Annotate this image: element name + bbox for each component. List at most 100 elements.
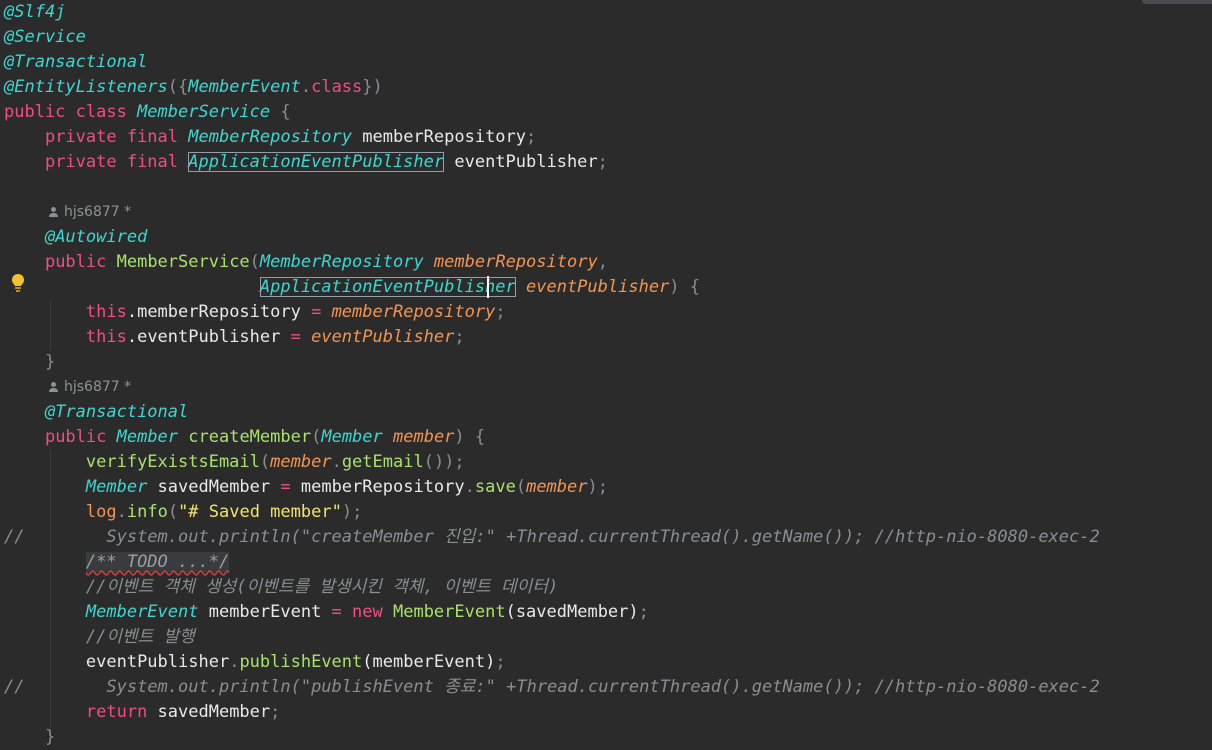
punct: ; bbox=[454, 327, 465, 347]
code-line-4[interactable]: @EntityListeners({MemberEvent.class}) bbox=[4, 75, 383, 100]
code-line-21[interactable]: // System.out.println("createMember 진입:"… bbox=[4, 525, 1100, 550]
code-line-13[interactable]: this.eventPublisher = eventPublisher; bbox=[4, 325, 465, 350]
class-name: MemberService bbox=[137, 102, 271, 122]
scrollbar-corner bbox=[1142, 0, 1212, 4]
punct: } bbox=[44, 352, 56, 372]
method-call: save bbox=[474, 477, 516, 497]
code-line-20[interactable]: log.info("# Saved member"); bbox=[4, 500, 362, 525]
keyword-class: class bbox=[311, 77, 363, 97]
punct: . bbox=[331, 452, 342, 472]
code-line-6[interactable]: private final MemberRepository memberRep… bbox=[4, 125, 536, 150]
punct: } bbox=[44, 727, 56, 747]
operator: = bbox=[280, 477, 301, 497]
punct: ; bbox=[270, 702, 281, 722]
punct: ( bbox=[311, 427, 322, 447]
keyword-return: return bbox=[85, 702, 158, 722]
operator: = bbox=[311, 302, 332, 322]
annotation-service: @Service bbox=[4, 27, 86, 47]
code-line-27[interactable]: // System.out.println("publishEvent 종료:"… bbox=[4, 675, 1100, 700]
comment: //이벤트 발행 bbox=[85, 627, 195, 647]
punct: ; bbox=[526, 127, 537, 147]
constructor-call: MemberEvent bbox=[392, 602, 506, 622]
type-member-event: MemberEvent bbox=[188, 77, 301, 97]
punct: ; bbox=[495, 652, 506, 672]
code-line-7[interactable]: private final ApplicationEventPublisher … bbox=[4, 150, 608, 175]
folded-todo-comment[interactable]: /** TODO ...*/ bbox=[85, 552, 230, 572]
keyword-private-final: private final bbox=[44, 152, 189, 172]
keyword-public: public bbox=[44, 427, 117, 447]
logger-ref: log bbox=[85, 502, 117, 522]
local-type: Member bbox=[85, 477, 148, 497]
punct: }) bbox=[362, 77, 383, 97]
punct: ); bbox=[587, 477, 608, 497]
code-line-25[interactable]: //이벤트 발행 bbox=[4, 625, 195, 650]
lightbulb-icon[interactable] bbox=[11, 273, 25, 293]
field-ref: .memberRepository bbox=[126, 302, 312, 322]
code-line-1[interactable]: @Slf4j bbox=[4, 0, 65, 25]
param-ref: member bbox=[270, 452, 332, 472]
user-icon bbox=[48, 382, 58, 392]
code-line-12[interactable]: this.memberRepository = memberRepository… bbox=[4, 300, 506, 325]
code-line-24[interactable]: MemberEvent memberEvent = new MemberEven… bbox=[4, 600, 649, 625]
param-ref: member bbox=[526, 477, 588, 497]
field-ref: .eventPublisher bbox=[126, 327, 291, 347]
blame-hint-2[interactable]: hjs6877 * bbox=[48, 376, 131, 398]
method-name: createMember bbox=[178, 427, 312, 447]
comment-marker: // bbox=[4, 527, 25, 547]
code-line-5[interactable]: public class MemberService { bbox=[4, 100, 291, 125]
local-var: memberEvent bbox=[198, 602, 332, 622]
punct: { bbox=[270, 102, 291, 122]
user-icon bbox=[48, 207, 58, 217]
comment: //이벤트 객체 생성(이벤트를 발생시킨 객체, 이벤트 데이터) bbox=[85, 577, 559, 597]
code-line-2[interactable]: @Service bbox=[4, 25, 86, 50]
punct: . bbox=[464, 477, 475, 497]
code-line-14[interactable]: } bbox=[4, 350, 55, 375]
code-line-18[interactable]: verifyExistsEmail(member.getEmail()); bbox=[4, 450, 465, 475]
code-line-9[interactable]: @Autowired bbox=[4, 225, 147, 250]
code-line-23[interactable]: //이벤트 객체 생성(이벤트를 발생시킨 객체, 이벤트 데이터) bbox=[4, 575, 558, 600]
keyword-private-final: private final bbox=[44, 127, 189, 147]
code-line-11[interactable]: ApplicationEventPublisher eventPublisher… bbox=[4, 275, 700, 300]
type-part: lisher bbox=[454, 277, 516, 297]
punct: ; bbox=[597, 152, 608, 172]
punct: . bbox=[300, 77, 312, 97]
annotation-slf4j: @Slf4j bbox=[4, 2, 66, 22]
param-name: memberRepository bbox=[423, 252, 598, 272]
param-name: member bbox=[382, 427, 455, 447]
punct: . bbox=[229, 652, 240, 672]
code-line-10[interactable]: public MemberService(MemberRepository me… bbox=[4, 250, 608, 275]
operator: = bbox=[290, 327, 312, 347]
code-line-17[interactable]: public Member createMember(Member member… bbox=[4, 425, 485, 450]
type-part: ApplicationEventPub bbox=[259, 277, 455, 297]
punct: , bbox=[597, 252, 608, 272]
param-type: Member bbox=[321, 427, 383, 447]
code-line-26[interactable]: eventPublisher.publishEvent(memberEvent)… bbox=[4, 650, 506, 675]
type-application-event-publisher-highlight[interactable]: ApplicationEventPublisher bbox=[188, 152, 445, 172]
text-caret bbox=[487, 276, 489, 298]
method-call: publishEvent bbox=[239, 652, 363, 672]
code-editor[interactable]: @Slf4j @Service @Transactional @EntityLi… bbox=[0, 0, 1212, 750]
code-line-3[interactable]: @Transactional bbox=[4, 50, 147, 75]
code-line-22[interactable]: /** TODO ...*/ bbox=[4, 550, 230, 575]
punct: ( bbox=[249, 252, 260, 272]
blame-author: hjs6877 * bbox=[64, 204, 132, 220]
code-line-29[interactable]: } bbox=[4, 725, 55, 750]
keyword-public: public bbox=[44, 252, 117, 272]
field-name: memberRepository bbox=[352, 127, 527, 147]
return-type: Member bbox=[116, 427, 179, 447]
code-line-19[interactable]: Member savedMember = memberRepository.sa… bbox=[4, 475, 608, 500]
punct: ; bbox=[638, 602, 649, 622]
commented-code: System.out.println("publishEvent 종료:" +T… bbox=[106, 677, 1100, 697]
type-application-event-publisher-highlight[interactable]: ApplicationEventPublisher bbox=[259, 277, 516, 297]
punct: ) { bbox=[454, 427, 486, 447]
blame-hint-1[interactable]: hjs6877 * bbox=[48, 201, 131, 223]
code-line-16[interactable]: @Transactional bbox=[4, 400, 188, 425]
string-literal: "# Saved member" bbox=[178, 502, 342, 522]
field-name: eventPublisher bbox=[444, 152, 598, 172]
param-name: eventPublisher bbox=[515, 277, 670, 297]
constructor-name: MemberService bbox=[116, 252, 250, 272]
annotation-entity-listeners: @EntityListeners bbox=[4, 77, 168, 97]
args: (memberEvent) bbox=[362, 652, 496, 672]
code-line-28[interactable]: return savedMember; bbox=[4, 700, 281, 725]
punct: ) { bbox=[669, 277, 701, 297]
